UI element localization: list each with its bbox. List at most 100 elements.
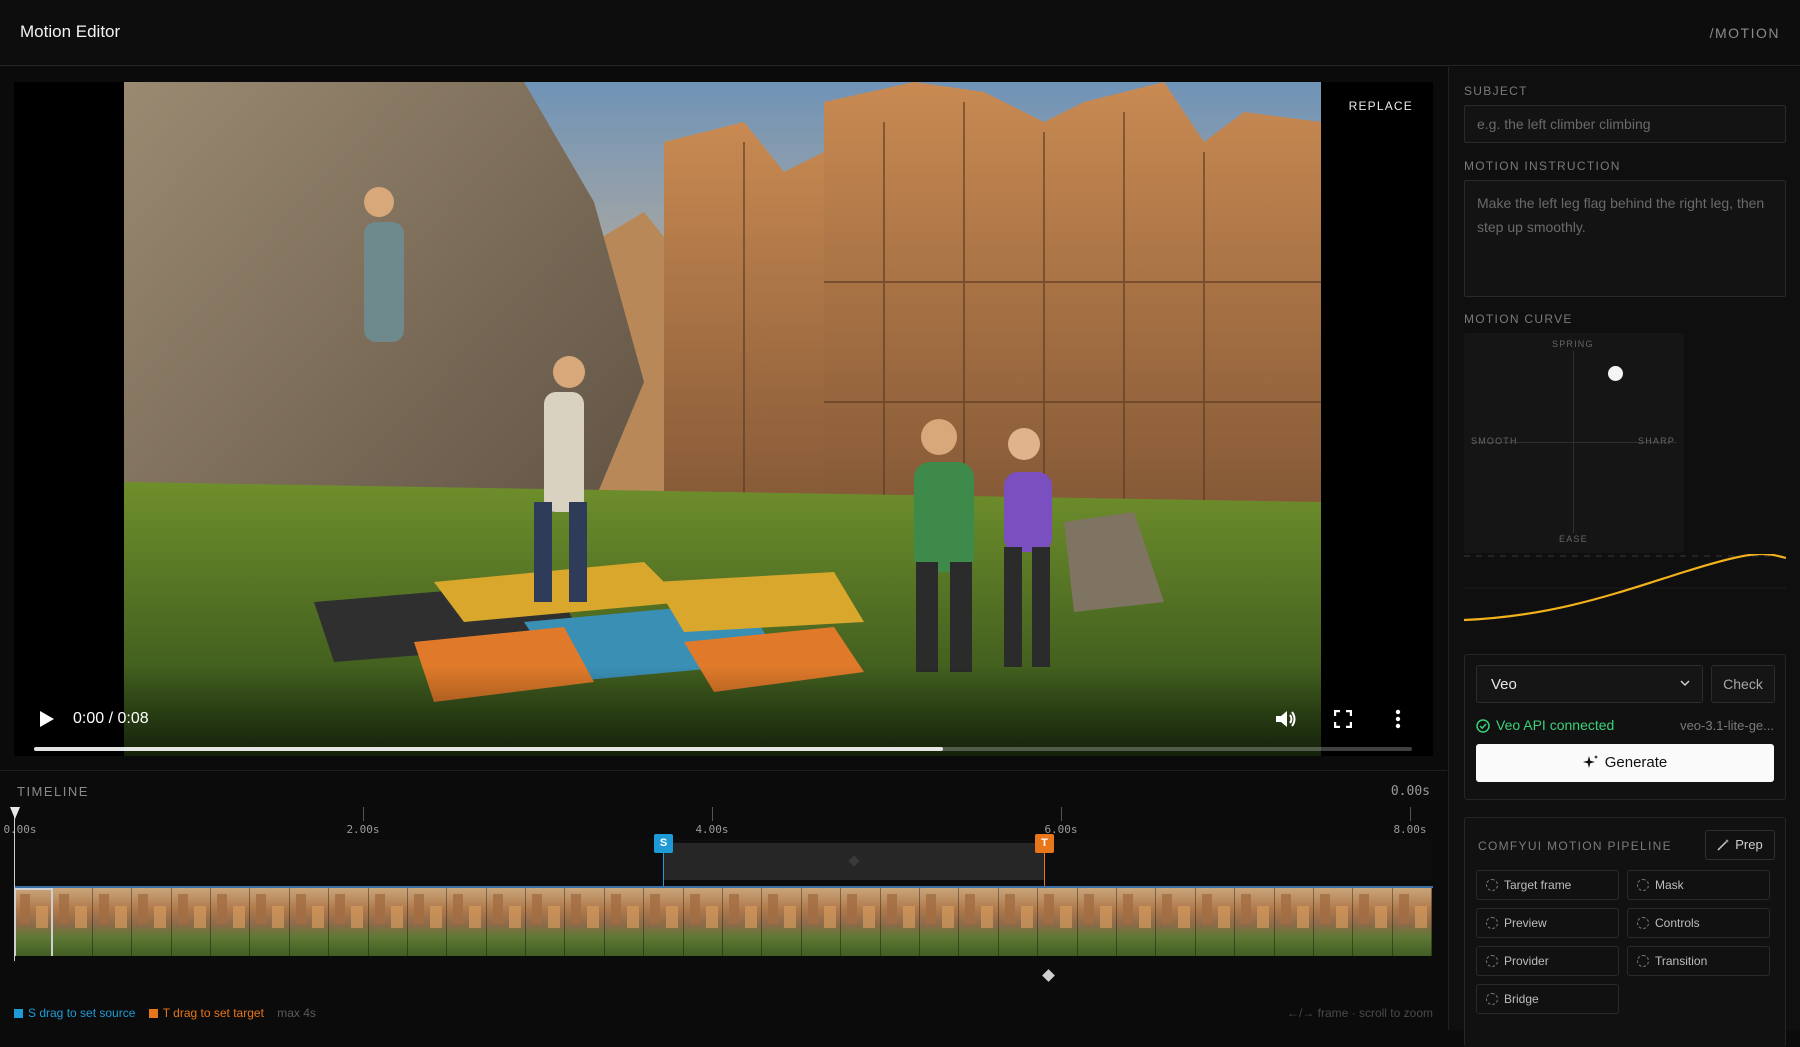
filmstrip-frame[interactable] [1195, 888, 1236, 956]
filmstrip-frame[interactable] [250, 888, 290, 956]
check-button[interactable]: Check [1711, 665, 1775, 703]
filmstrip-frame[interactable] [565, 888, 605, 956]
legend-source: S drag to set source [14, 1006, 135, 1020]
filmstrip-frame[interactable] [14, 888, 54, 956]
pending-icon [1486, 917, 1498, 929]
ruler-tick [363, 807, 364, 821]
app-header: Motion Editor /MOTION [0, 0, 1800, 66]
pending-icon [1637, 955, 1649, 967]
filmstrip-frame[interactable] [171, 888, 211, 956]
video-progress-bar[interactable] [34, 747, 1412, 751]
prep-button[interactable]: Prep [1705, 830, 1775, 860]
source-marker[interactable]: S [654, 834, 673, 853]
pending-icon [1486, 955, 1498, 967]
filmstrip-frame[interactable] [486, 888, 527, 956]
step-controls[interactable]: Controls [1627, 908, 1770, 938]
step-preview[interactable]: Preview [1476, 908, 1619, 938]
filmstrip-frame[interactable] [1274, 888, 1314, 956]
filmstrip-frame[interactable] [526, 888, 566, 956]
step-provider[interactable]: Provider [1476, 946, 1619, 976]
filmstrip-frame[interactable] [1156, 888, 1196, 956]
filmstrip-frame[interactable] [1116, 888, 1157, 956]
playhead-handle[interactable] [10, 807, 20, 819]
legend-target: T drag to set target [148, 1006, 264, 1020]
ruler-tick [1061, 807, 1062, 821]
video-player[interactable]: REPLACE 0:00 / 0:08 [14, 82, 1433, 756]
filmstrip-frame[interactable] [132, 888, 172, 956]
pipeline-label: COMFYUI MOTION PIPELINE [1478, 839, 1672, 853]
provider-select[interactable]: Veo [1476, 665, 1703, 703]
filmstrip-frame[interactable] [53, 888, 93, 956]
timeline-hint: ←/→ frame · scroll to zoom [1286, 1006, 1433, 1020]
filmstrip-frame[interactable] [1038, 888, 1078, 956]
filmstrip-frame[interactable] [604, 888, 645, 956]
timeline-label: TIMELINE [17, 784, 89, 799]
subject-label: SUBJECT [1464, 84, 1528, 98]
timeline-section: TIMELINE 0.00s 0.00s 2.00s 4.00s 6.00s 8… [0, 770, 1447, 1030]
curve-handle[interactable] [1608, 366, 1623, 381]
keyframe-diamond-icon[interactable] [1042, 969, 1055, 982]
step-label: Mask [1655, 878, 1684, 892]
more-vert-icon[interactable] [1394, 708, 1402, 730]
filmstrip-frame[interactable] [210, 888, 251, 956]
ruler-tick [712, 807, 713, 821]
fullscreen-icon[interactable] [1334, 710, 1352, 728]
step-bridge[interactable]: Bridge [1476, 984, 1619, 1014]
video-frame [124, 82, 1321, 756]
curve-label-spring: SPRING [1552, 339, 1594, 349]
filmstrip-frame[interactable] [1313, 888, 1354, 956]
step-label: Bridge [1504, 992, 1539, 1006]
step-target-frame[interactable]: Target frame [1476, 870, 1619, 900]
filmstrip-frame[interactable] [1392, 888, 1433, 956]
filmstrip-frame[interactable] [289, 888, 330, 956]
filmstrip-frame[interactable] [801, 888, 842, 956]
subject-input[interactable]: e.g. the left climber climbing [1464, 105, 1786, 143]
filmstrip[interactable] [14, 886, 1433, 956]
filmstrip-frame[interactable] [919, 888, 960, 956]
filmstrip-frame[interactable] [92, 888, 133, 956]
ruler-tick [1410, 807, 1411, 821]
filmstrip-frame[interactable] [762, 888, 802, 956]
filmstrip-frame[interactable] [683, 888, 724, 956]
filmstrip-frame[interactable] [368, 888, 408, 956]
play-icon[interactable] [36, 708, 58, 730]
filmstrip-frame[interactable] [644, 888, 684, 956]
source-square-icon [14, 1009, 23, 1018]
curve-label-smooth: SMOOTH [1471, 436, 1518, 446]
filmstrip-frame[interactable] [329, 888, 369, 956]
filmstrip-frame[interactable] [1235, 888, 1275, 956]
generate-label: Generate [1604, 754, 1668, 771]
filmstrip-frame[interactable] [407, 888, 448, 956]
filmstrip-frame[interactable] [447, 888, 487, 956]
timeline-legend: S drag to set source T drag to set targe… [14, 1006, 326, 1020]
motion-curve-pad[interactable]: SPRING SMOOTH SHARP EASE [1464, 333, 1684, 553]
motion-instruction-label: MOTION INSTRUCTION [1464, 159, 1621, 173]
filmstrip-frame[interactable] [1353, 888, 1393, 956]
filmstrip-frame[interactable] [880, 888, 920, 956]
volume-icon[interactable] [1274, 708, 1298, 730]
replace-button[interactable]: REPLACE [1349, 99, 1413, 113]
filmstrip-frame[interactable] [723, 888, 763, 956]
target-marker[interactable]: T [1035, 834, 1054, 853]
model-name: veo-3.1-lite-ge... [1680, 718, 1774, 733]
generate-button[interactable]: Generate [1476, 744, 1774, 782]
filmstrip-frame[interactable] [959, 888, 999, 956]
pending-icon [1637, 879, 1649, 891]
timeline-ruler[interactable]: 0.00s 2.00s 4.00s 6.00s 8.00s [3, 807, 1433, 839]
step-label: Provider [1504, 954, 1549, 968]
motion-instruction-input[interactable]: Make the left leg flag behind the right … [1464, 180, 1786, 297]
target-square-icon [148, 1009, 158, 1018]
filmstrip-frame[interactable] [998, 888, 1039, 956]
curve-label-sharp: SHARP [1638, 436, 1676, 446]
step-label: Target frame [1504, 878, 1572, 892]
video-controls: 0:00 / 0:08 [14, 666, 1433, 756]
step-mask[interactable]: Mask [1627, 870, 1770, 900]
step-transition[interactable]: Transition [1627, 946, 1770, 976]
playhead-line [14, 809, 15, 961]
filmstrip-frame[interactable] [841, 888, 881, 956]
settings-panel: SUBJECT e.g. the left climber climbing M… [1448, 67, 1800, 1047]
video-time: 0:00 / 0:08 [73, 710, 149, 727]
filmstrip-frame[interactable] [1077, 888, 1117, 956]
sparkles-icon [1582, 755, 1598, 768]
ruler-tick-label: 0.00s [3, 823, 37, 836]
